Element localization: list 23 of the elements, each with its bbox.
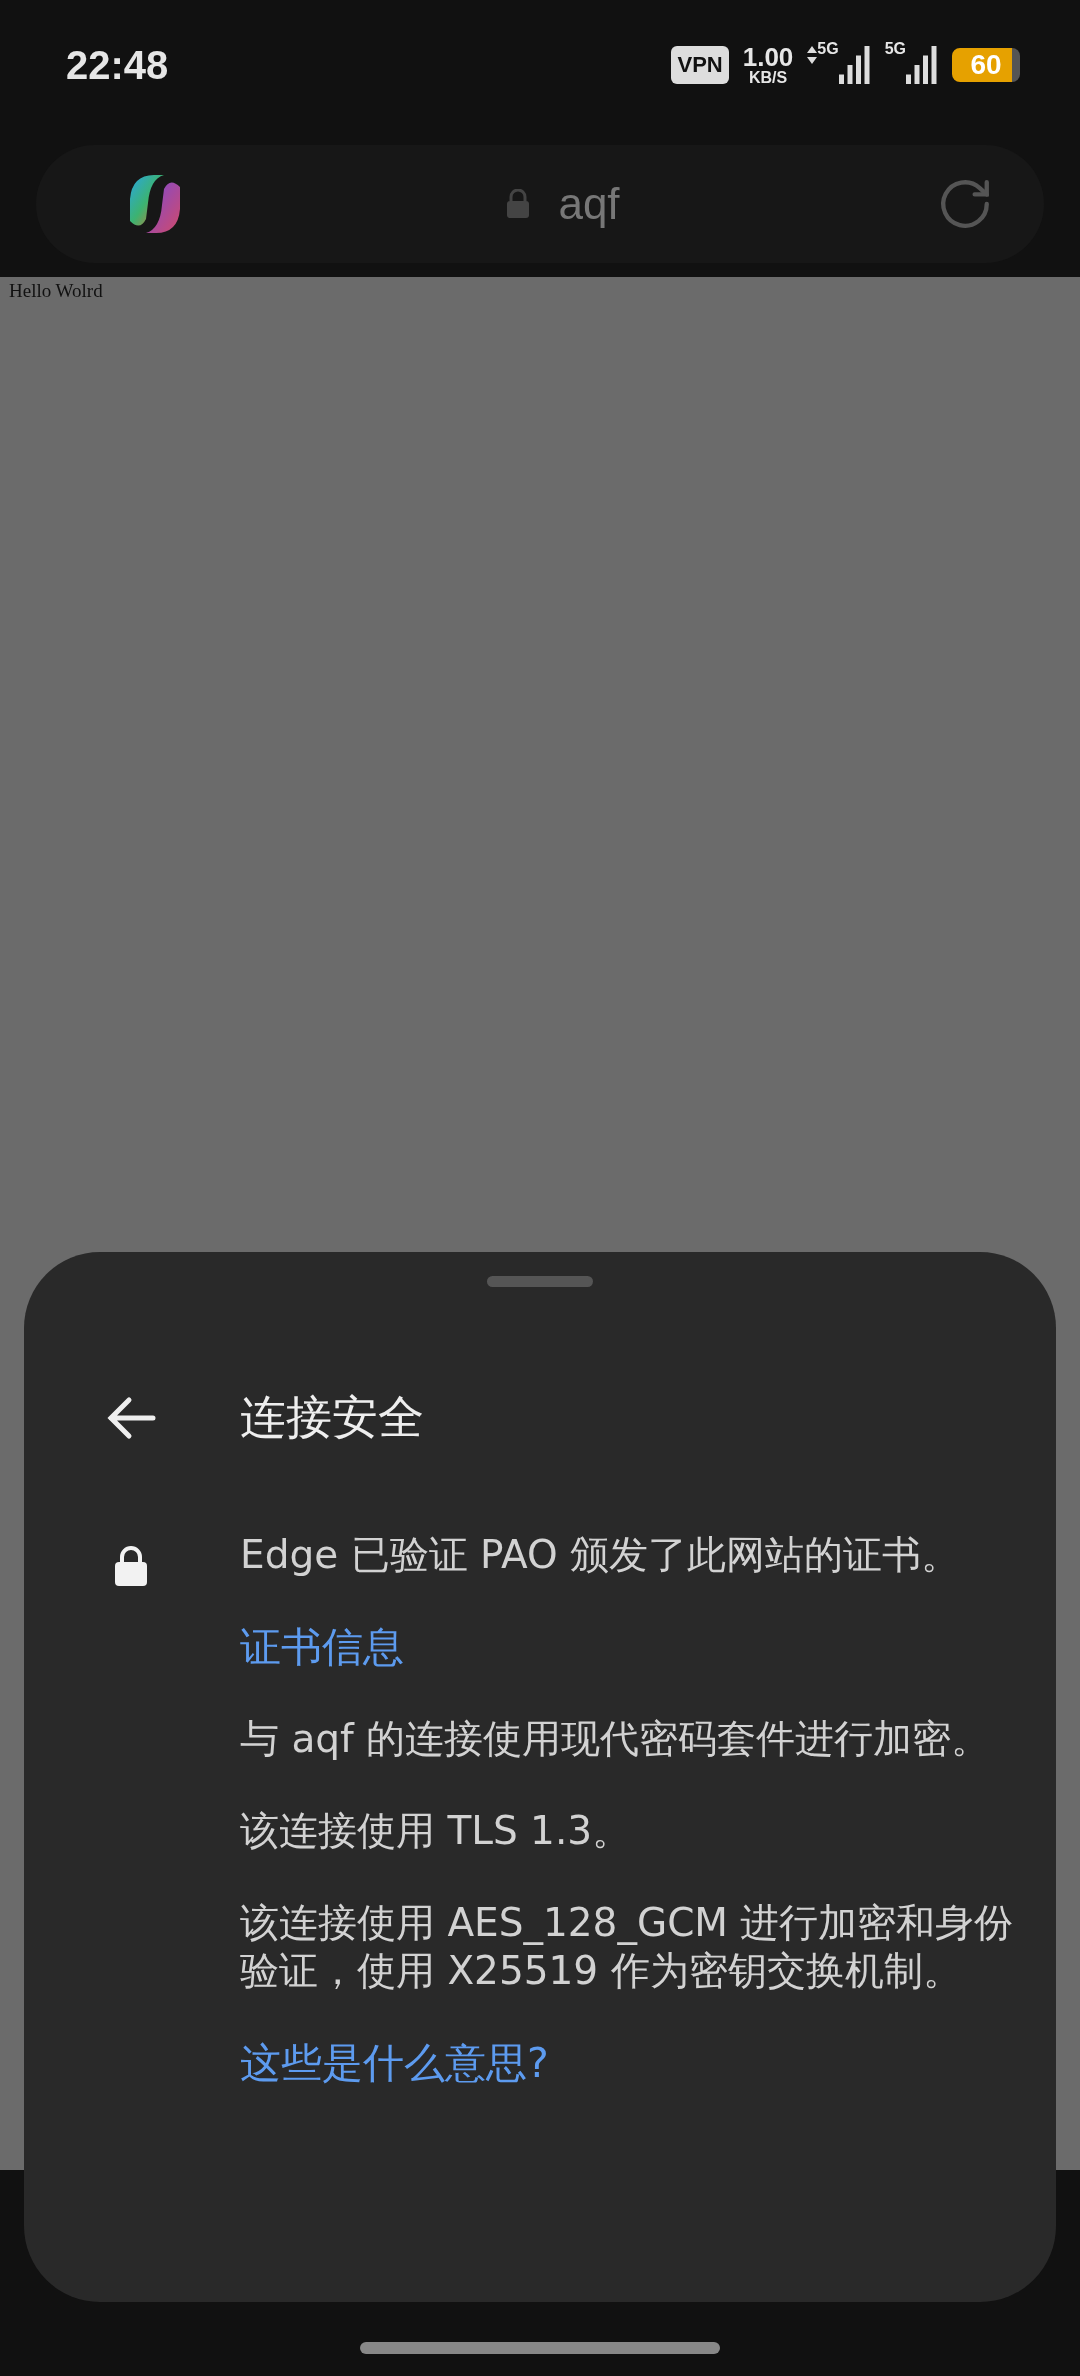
info-paragraph: 与 aqf 的连接使用现代密码套件进行加密。 (240, 1715, 992, 1763)
info-link[interactable]: 证书信息 (240, 1623, 404, 1671)
drag-handle[interactable] (487, 1276, 593, 1287)
network-speed-value: 1.00 (742, 45, 794, 70)
clock-time: 22:48 (66, 42, 169, 88)
lock-icon (114, 1545, 148, 1587)
info-paragraph: 该连接使用 TLS 1.3。 (240, 1807, 633, 1855)
info-paragraph: 该连接使用 AES_128_GCM 进行加密和身份验证，使用 X25519 作为密钥交换机制。 (240, 1899, 1015, 1995)
lock-icon (506, 188, 531, 219)
signal-icon (838, 46, 871, 84)
vpn-indicator: VPN (671, 46, 729, 84)
info-paragraph: Edge 已验证 PAO 颁发了此网站的证书。 (240, 1531, 962, 1579)
page-text: Hello Wolrd (9, 280, 103, 302)
address-bar[interactable]: aqf (36, 144, 1044, 263)
info-link[interactable]: 这些是什么意思? (240, 2039, 549, 2087)
signal-icon (906, 46, 938, 84)
network-speed-unit: KB/S (748, 69, 788, 85)
network-type-label: 5G (884, 40, 906, 58)
sheet-title: 连接安全 (240, 1389, 424, 1446)
network-type-label: 5G (817, 40, 839, 58)
up-down-arrows-icon (807, 46, 818, 64)
url-text[interactable]: aqf (558, 178, 620, 229)
battery-indicator: 60 (952, 48, 1020, 82)
